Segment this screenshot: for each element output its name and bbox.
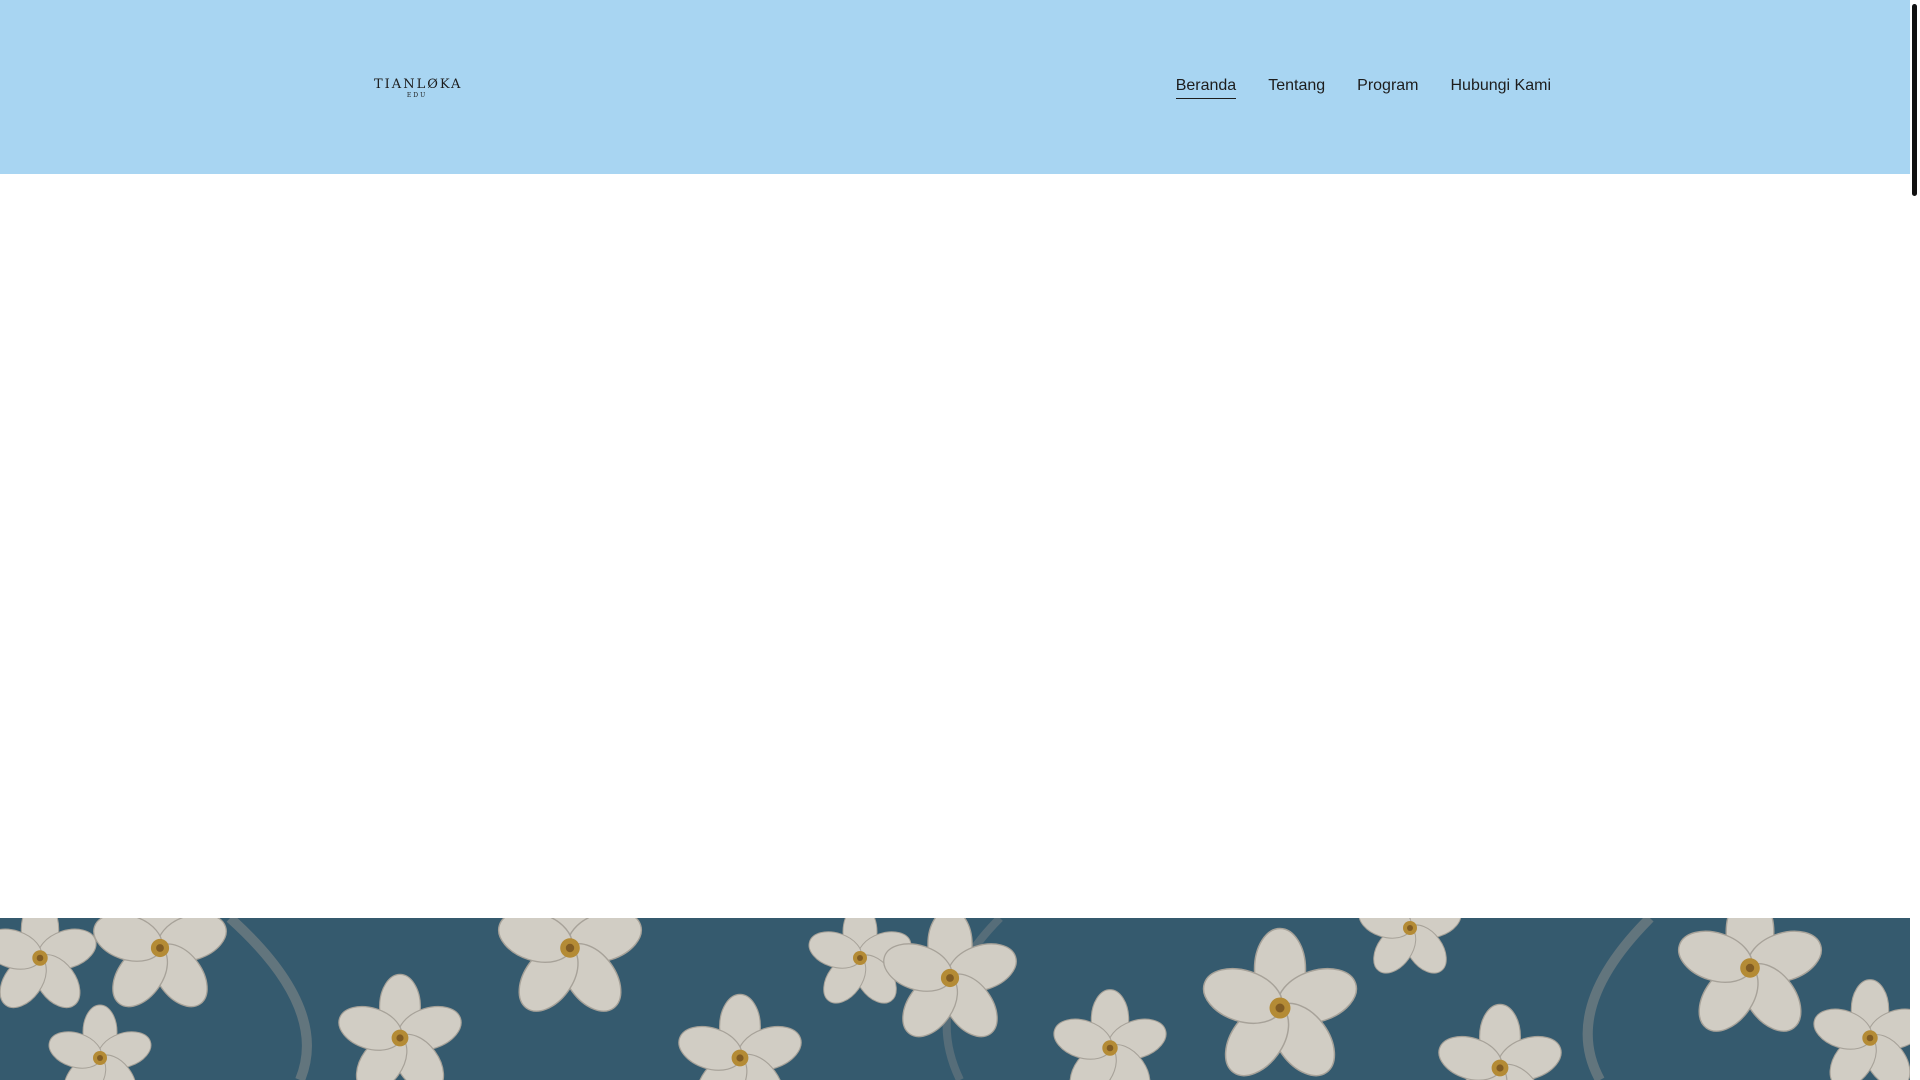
nav-item-beranda[interactable]: Beranda: [1175, 76, 1237, 99]
page-scrollbar[interactable]: [1910, 0, 1920, 1080]
hero-section: [0, 174, 1910, 918]
main-nav: Beranda Tentang Program Hubungi Kami: [1175, 76, 1552, 102]
scrollbar-thumb[interactable]: [1912, 4, 1917, 196]
nav-item-hubungi-kami[interactable]: Hubungi Kami: [1451, 76, 1552, 98]
nav-item-tentang[interactable]: Tentang: [1268, 76, 1325, 98]
site-logo[interactable]: TIANLØKA EDU: [374, 78, 460, 102]
logo-wordmark: TIANLØKA: [374, 77, 463, 92]
site-header: TIANLØKA EDU Beranda Tentang Program Hub…: [0, 0, 1910, 174]
page: TIANLØKA EDU Beranda Tentang Program Hub…: [0, 0, 1910, 1080]
flower-banner: [0, 918, 1910, 1080]
nav-item-program[interactable]: Program: [1357, 76, 1418, 98]
white-flowers-pattern-image: [0, 918, 1910, 1080]
logo-subtitle: EDU: [406, 92, 428, 99]
